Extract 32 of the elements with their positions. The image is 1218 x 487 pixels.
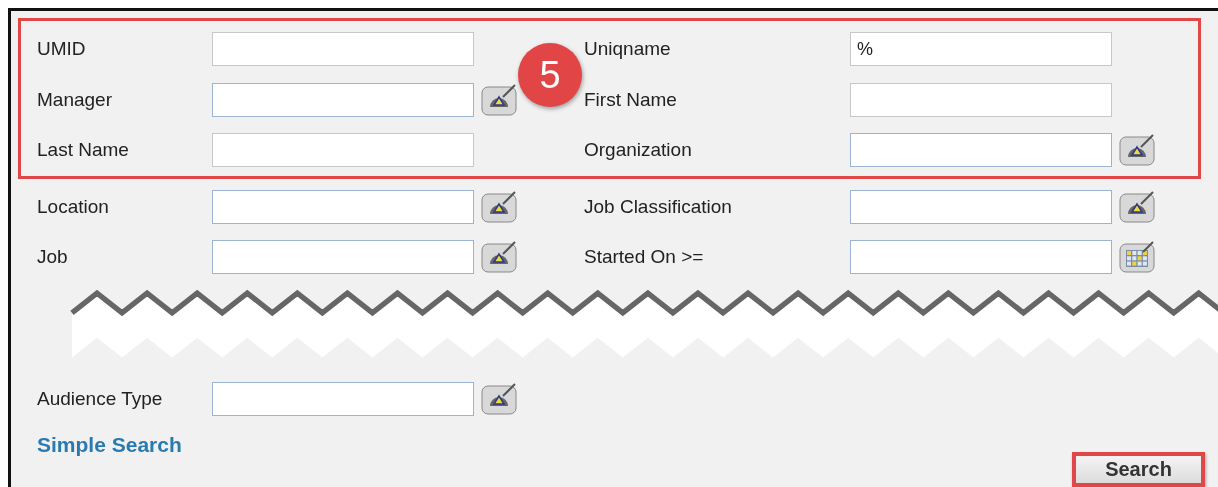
calendar-button[interactable] (1119, 240, 1157, 275)
input-field[interactable] (212, 189, 474, 224)
field-label: Uniqname (583, 38, 672, 61)
step-badge: 5 (518, 43, 582, 107)
field-label: Location (36, 195, 110, 218)
simple-search-link[interactable]: Simple Search (37, 432, 182, 457)
input-field[interactable] (850, 240, 1112, 275)
input-field[interactable]: % (850, 32, 1112, 67)
input-field[interactable] (850, 189, 1112, 224)
input-field[interactable] (212, 381, 474, 416)
lookup-button[interactable] (481, 381, 519, 416)
input-field[interactable] (850, 133, 1112, 168)
field-label: Job (36, 246, 69, 269)
input-field[interactable] (850, 82, 1112, 117)
field-label: Last Name (36, 139, 130, 162)
field-label: Started On >= (583, 246, 705, 269)
input-field[interactable] (212, 32, 474, 67)
lookup-button[interactable] (481, 189, 519, 224)
lookup-button[interactable] (481, 240, 519, 275)
field-label: Job Classification (583, 195, 733, 218)
field-label: Organization (583, 139, 693, 162)
field-label: First Name (583, 88, 678, 111)
input-field[interactable] (212, 82, 474, 117)
search-button[interactable]: Search (1072, 451, 1205, 487)
field-label: UMID (36, 38, 87, 61)
input-field[interactable] (212, 133, 474, 168)
input-field[interactable] (212, 240, 474, 275)
lookup-button[interactable] (1119, 133, 1157, 168)
lookup-button[interactable] (1119, 189, 1157, 224)
field-label: Audience Type (36, 387, 164, 410)
lookup-button[interactable] (481, 82, 519, 117)
field-label: Manager (36, 88, 113, 111)
